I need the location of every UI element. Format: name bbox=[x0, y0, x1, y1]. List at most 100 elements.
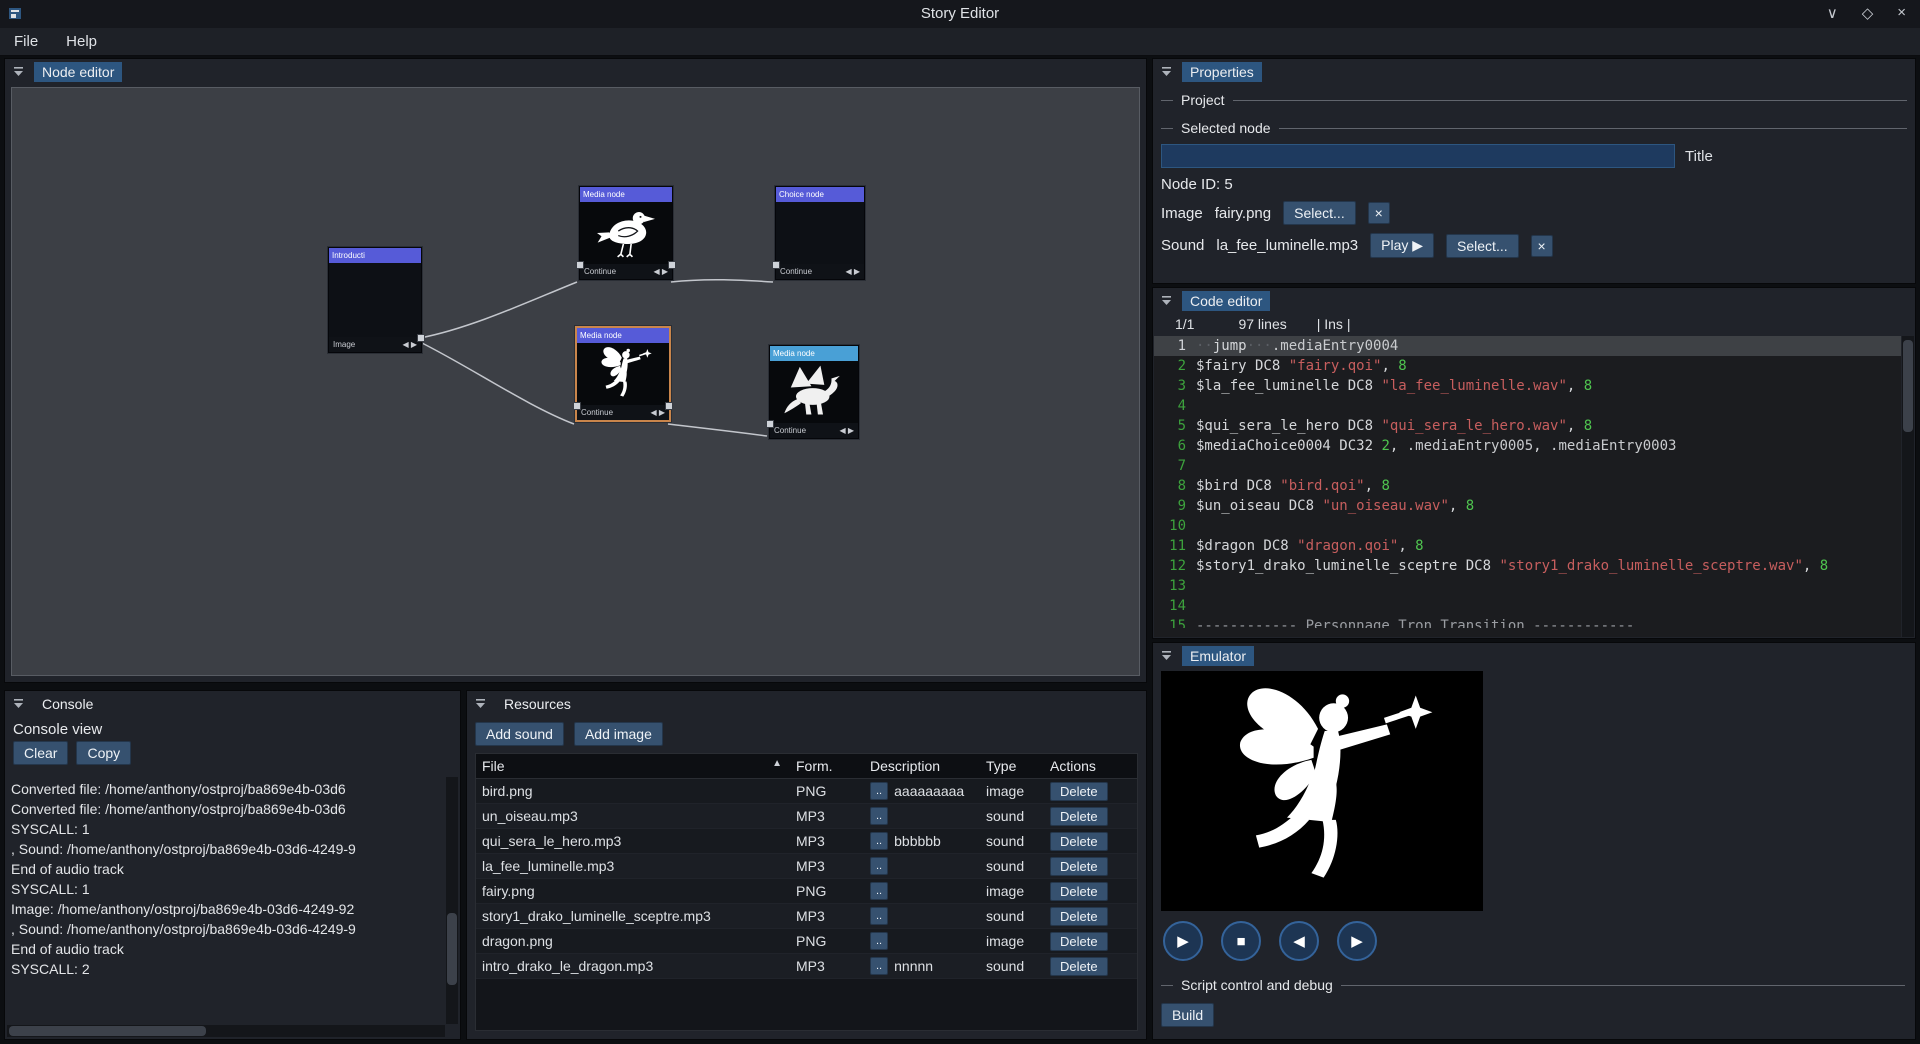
output-port[interactable] bbox=[668, 261, 676, 269]
table-row[interactable]: intro_drako_le_dragon.mp3MP3..nnnnnsound… bbox=[476, 954, 1137, 979]
collapse-icon[interactable] bbox=[11, 696, 26, 711]
play-button[interactable]: ▶ bbox=[1163, 921, 1203, 961]
close-icon[interactable]: × bbox=[1897, 4, 1906, 22]
image-clear-button[interactable]: × bbox=[1368, 202, 1390, 224]
edit-description-button[interactable]: .. bbox=[870, 807, 888, 825]
code-line[interactable]: 1··jump···.mediaEntry0004 bbox=[1154, 336, 1901, 356]
step-forward-button[interactable]: ▶ bbox=[1337, 921, 1377, 961]
node-introduction[interactable]: Introducti Image ◀ ▶ bbox=[328, 247, 422, 353]
title-input[interactable] bbox=[1161, 144, 1675, 168]
node-title[interactable]: Introducti bbox=[329, 248, 421, 263]
code-line[interactable]: 9$un_oiseau DC8 "un_oiseau.wav", 8 bbox=[1154, 496, 1901, 516]
table-row[interactable]: fairy.pngPNG..imageDelete bbox=[476, 879, 1137, 904]
console-log[interactable]: Converted file: /home/anthony/ostproj/ba… bbox=[7, 777, 445, 1024]
code-line[interactable]: 15------------ Personnage Tron Transitio… bbox=[1154, 616, 1901, 628]
code-line[interactable]: 13 bbox=[1154, 576, 1901, 596]
column-file[interactable]: File ▲ bbox=[476, 758, 790, 774]
code-line[interactable]: 7 bbox=[1154, 456, 1901, 476]
sound-clear-button[interactable]: × bbox=[1531, 235, 1553, 257]
stop-button[interactable]: ■ bbox=[1221, 921, 1261, 961]
sound-select-button[interactable]: Select... bbox=[1446, 234, 1519, 258]
input-port[interactable] bbox=[766, 420, 774, 428]
copy-button[interactable]: Copy bbox=[76, 741, 131, 765]
node-media-bird[interactable]: Media node Continue ◀ ▶ bbox=[579, 186, 673, 280]
image-select-button[interactable]: Select... bbox=[1283, 201, 1356, 225]
collapse-icon[interactable] bbox=[11, 64, 26, 79]
collapse-icon[interactable] bbox=[1159, 293, 1174, 308]
menu-file[interactable]: File bbox=[14, 33, 38, 50]
input-port[interactable] bbox=[573, 402, 581, 410]
sound-play-button[interactable]: Play ▶ bbox=[1370, 233, 1434, 258]
node-footer-arrows[interactable]: ◀ ▶ bbox=[650, 408, 665, 417]
edit-description-button[interactable]: .. bbox=[870, 782, 888, 800]
code-line[interactable]: 12$story1_drako_luminelle_sceptre DC8 "s… bbox=[1154, 556, 1901, 576]
node-footer-arrows[interactable]: ◀ ▶ bbox=[653, 267, 668, 276]
edit-description-button[interactable]: .. bbox=[870, 932, 888, 950]
input-port[interactable] bbox=[772, 261, 780, 269]
add-sound-button[interactable]: Add sound bbox=[475, 722, 564, 746]
code-scrollbar[interactable] bbox=[1902, 336, 1914, 637]
edit-description-button[interactable]: .. bbox=[870, 882, 888, 900]
code-lines[interactable]: 1··jump···.mediaEntry00042$fairy DC8 "fa… bbox=[1154, 336, 1901, 637]
code-line[interactable]: 5$qui_sera_le_hero DC8 "qui_sera_le_hero… bbox=[1154, 416, 1901, 436]
collapse-icon[interactable] bbox=[1159, 648, 1174, 663]
table-row[interactable]: bird.pngPNG..aaaaaaaaaimageDelete bbox=[476, 779, 1137, 804]
node-title[interactable]: Media node bbox=[770, 346, 858, 361]
scrollbar-thumb[interactable] bbox=[9, 1026, 206, 1036]
edit-description-button[interactable]: .. bbox=[870, 832, 888, 850]
console-horizontal-scrollbar[interactable] bbox=[7, 1025, 445, 1037]
minimize-icon[interactable]: ∨ bbox=[1827, 4, 1838, 22]
titlebar[interactable]: Story Editor ∨ ◇ × bbox=[0, 0, 1920, 28]
edit-description-button[interactable]: .. bbox=[870, 907, 888, 925]
edit-description-button[interactable]: .. bbox=[870, 957, 888, 975]
node-media-dragon[interactable]: Media node Continue ◀ ▶ bbox=[769, 345, 859, 439]
scrollbar-thumb[interactable] bbox=[447, 913, 457, 985]
delete-button[interactable]: Delete bbox=[1050, 832, 1108, 851]
node-footer-arrows[interactable]: ◀ ▶ bbox=[402, 340, 417, 349]
node-title[interactable]: Choice node bbox=[776, 187, 864, 202]
output-port[interactable] bbox=[417, 334, 425, 342]
collapse-icon[interactable] bbox=[1159, 64, 1174, 79]
add-image-button[interactable]: Add image bbox=[574, 722, 663, 746]
node-footer-arrows[interactable]: ◀ ▶ bbox=[839, 426, 854, 435]
code-line[interactable]: 14 bbox=[1154, 596, 1901, 616]
code-line[interactable]: 11$dragon DC8 "dragon.qoi", 8 bbox=[1154, 536, 1901, 556]
output-port[interactable] bbox=[665, 402, 673, 410]
step-back-button[interactable]: ◀ bbox=[1279, 921, 1319, 961]
input-port[interactable] bbox=[576, 261, 584, 269]
code-line[interactable]: 3$la_fee_luminelle DC8 "la_fee_luminelle… bbox=[1154, 376, 1901, 396]
table-row[interactable]: story1_drako_luminelle_sceptre.mp3MP3..s… bbox=[476, 904, 1137, 929]
code-line[interactable]: 2$fairy DC8 "fairy.qoi", 8 bbox=[1154, 356, 1901, 376]
node-canvas[interactable]: Introducti Image ◀ ▶ Media node Continue… bbox=[11, 87, 1140, 676]
delete-button[interactable]: Delete bbox=[1050, 932, 1108, 951]
node-title[interactable]: Media node bbox=[577, 328, 669, 343]
node-choice[interactable]: Choice node Continue ◀ ▶ bbox=[775, 186, 865, 280]
column-actions[interactable]: Actions bbox=[1044, 758, 1137, 774]
table-row[interactable]: dragon.pngPNG..imageDelete bbox=[476, 929, 1137, 954]
delete-button[interactable]: Delete bbox=[1050, 882, 1108, 901]
collapse-icon[interactable] bbox=[473, 696, 488, 711]
delete-button[interactable]: Delete bbox=[1050, 807, 1108, 826]
table-row[interactable]: un_oiseau.mp3MP3..soundDelete bbox=[476, 804, 1137, 829]
table-row[interactable]: la_fee_luminelle.mp3MP3..soundDelete bbox=[476, 854, 1137, 879]
node-title[interactable]: Media node bbox=[580, 187, 672, 202]
console-vertical-scrollbar[interactable] bbox=[446, 777, 458, 1024]
table-row[interactable]: qui_sera_le_hero.mp3MP3..bbbbbbsoundDele… bbox=[476, 829, 1137, 854]
code-line[interactable]: 8$bird DC8 "bird.qoi", 8 bbox=[1154, 476, 1901, 496]
delete-button[interactable]: Delete bbox=[1050, 782, 1108, 801]
clear-button[interactable]: Clear bbox=[13, 741, 68, 765]
code-line[interactable]: 4 bbox=[1154, 396, 1901, 416]
delete-button[interactable]: Delete bbox=[1050, 957, 1108, 976]
scrollbar-thumb[interactable] bbox=[1903, 340, 1913, 432]
column-type[interactable]: Type bbox=[980, 758, 1044, 774]
edit-description-button[interactable]: .. bbox=[870, 857, 888, 875]
build-button[interactable]: Build bbox=[1161, 1003, 1214, 1027]
menu-help[interactable]: Help bbox=[66, 33, 97, 50]
node-footer-arrows[interactable]: ◀ ▶ bbox=[845, 267, 860, 276]
delete-button[interactable]: Delete bbox=[1050, 857, 1108, 876]
delete-button[interactable]: Delete bbox=[1050, 907, 1108, 926]
code-line[interactable]: 10 bbox=[1154, 516, 1901, 536]
maximize-icon[interactable]: ◇ bbox=[1862, 4, 1874, 22]
node-media-fairy[interactable]: Media node Continue ◀ ▶ bbox=[575, 326, 671, 422]
column-description[interactable]: Description bbox=[864, 758, 980, 774]
